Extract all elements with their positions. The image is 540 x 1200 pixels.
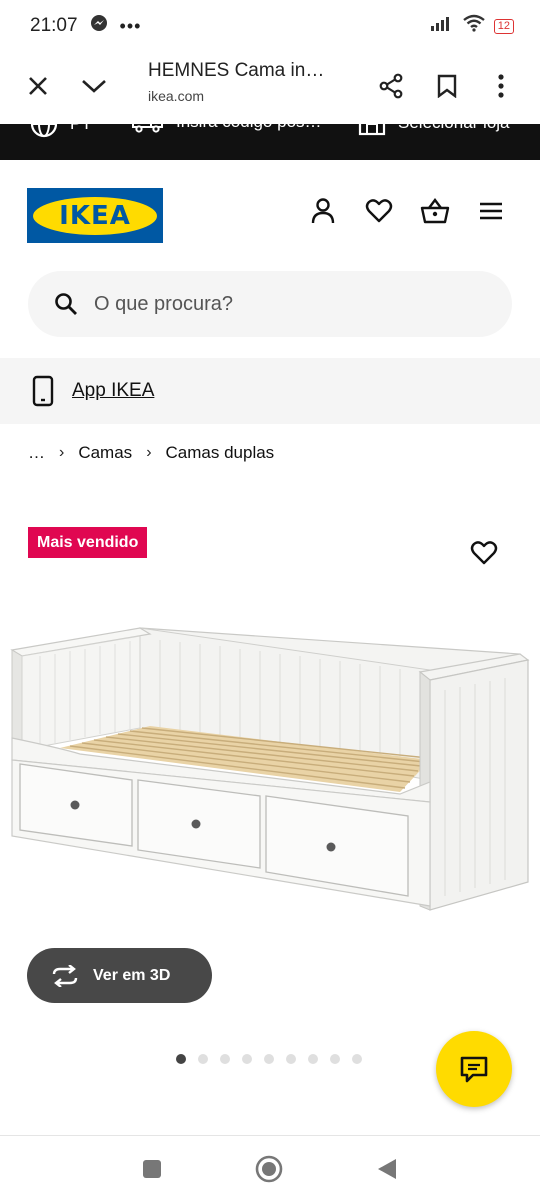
more-vertical-icon	[498, 74, 504, 98]
collapse-button[interactable]	[70, 62, 118, 110]
page-title-area[interactable]: HEMNES Cama in… ikea.com	[148, 60, 324, 104]
wishlist-button[interactable]	[364, 196, 394, 226]
carousel-dot[interactable]	[308, 1054, 318, 1064]
share-icon	[379, 73, 403, 99]
breadcrumb-separator-icon: ›	[59, 444, 65, 461]
truck-icon	[132, 124, 163, 133]
account-button[interactable]	[308, 196, 338, 226]
breadcrumb: … › Camas › Camas duplas	[28, 443, 274, 463]
bookmark-icon	[437, 74, 457, 98]
chat-icon	[460, 1056, 488, 1083]
chat-button[interactable]	[436, 1031, 512, 1107]
user-icon	[311, 198, 335, 224]
menu-button[interactable]	[476, 196, 506, 226]
shopping-bag-icon	[420, 198, 450, 224]
close-icon	[29, 77, 47, 95]
page-title: HEMNES Cama in…	[148, 60, 325, 81]
status-time: 21:07	[30, 15, 78, 36]
carousel-dot[interactable]	[330, 1054, 340, 1064]
carousel-dot[interactable]	[198, 1054, 208, 1064]
cart-button[interactable]	[420, 196, 450, 226]
globe-icon	[30, 124, 58, 138]
carousel-dot[interactable]	[220, 1054, 230, 1064]
view-in-3d-label: Ver em 3D	[93, 966, 171, 984]
search-icon	[55, 293, 77, 315]
close-tab-button[interactable]	[14, 62, 62, 110]
back-triangle-icon	[378, 1159, 396, 1179]
browser-menu-button[interactable]	[477, 62, 525, 110]
signal-icon	[430, 15, 454, 37]
store-selector[interactable]: Selecionar loja	[358, 124, 510, 136]
bookmark-button[interactable]	[423, 62, 471, 110]
header-actions	[308, 196, 506, 226]
search-bar[interactable]	[28, 271, 512, 337]
wifi-icon	[462, 14, 486, 38]
messenger-icon	[90, 14, 108, 38]
home-circle-icon	[255, 1155, 283, 1183]
info-bar: PT Insira código pos… Selecionar loja	[0, 124, 540, 160]
recent-apps-button[interactable]	[137, 1154, 167, 1184]
system-navigation-bar	[0, 1135, 540, 1200]
breadcrumb-item-camas[interactable]: Camas	[78, 443, 132, 463]
view-in-3d-button[interactable]: Ver em 3D	[27, 948, 212, 1003]
page-url: ikea.com	[148, 88, 205, 104]
ikea-logo-mark: IKEA	[33, 196, 157, 235]
image-carousel-indicator	[176, 1054, 362, 1064]
country-code: PT	[70, 124, 92, 134]
best-seller-badge: Mais vendido	[28, 527, 148, 558]
search-input[interactable]	[94, 292, 474, 316]
carousel-dot[interactable]	[264, 1054, 274, 1064]
battery-indicator: 12	[493, 18, 514, 34]
postcode-selector[interactable]: Insira código pos…	[132, 124, 322, 134]
heart-icon	[470, 541, 498, 565]
carousel-dot[interactable]	[242, 1054, 252, 1064]
hamburger-menu-icon	[480, 202, 502, 220]
share-button[interactable]	[367, 62, 415, 110]
chevron-down-icon	[82, 80, 106, 93]
heart-icon	[365, 199, 393, 223]
status-bar: 21:07 ••• 12	[0, 0, 540, 52]
store-label: Selecionar loja	[398, 124, 510, 133]
browser-toolbar: HEMNES Cama in… ikea.com	[0, 52, 540, 124]
product-image-daybed[interactable]	[0, 610, 540, 920]
carousel-dot[interactable]	[352, 1054, 362, 1064]
carousel-dot[interactable]	[176, 1054, 186, 1064]
battery-level: 12	[497, 19, 510, 32]
store-icon	[358, 124, 386, 136]
more-notifications-icon: •••	[119, 15, 142, 36]
language-selector[interactable]: PT	[30, 124, 92, 138]
product-favorite-button[interactable]	[470, 540, 500, 570]
rotate-3d-icon	[52, 964, 78, 987]
square-icon	[143, 1160, 161, 1178]
back-button[interactable]	[372, 1154, 402, 1184]
app-banner: App IKEA	[0, 358, 540, 424]
breadcrumb-item-camas-duplas[interactable]: Camas duplas	[166, 443, 275, 463]
smartphone-icon	[32, 375, 54, 407]
breadcrumb-ellipsis[interactable]: …	[28, 443, 45, 463]
postcode-label: Insira código pos…	[176, 124, 322, 132]
app-ikea-link[interactable]: App IKEA	[72, 380, 154, 402]
carousel-dot[interactable]	[286, 1054, 296, 1064]
breadcrumb-separator-icon: ›	[146, 444, 152, 461]
ikea-logo[interactable]: IKEA	[27, 188, 163, 243]
home-button[interactable]	[254, 1154, 284, 1184]
